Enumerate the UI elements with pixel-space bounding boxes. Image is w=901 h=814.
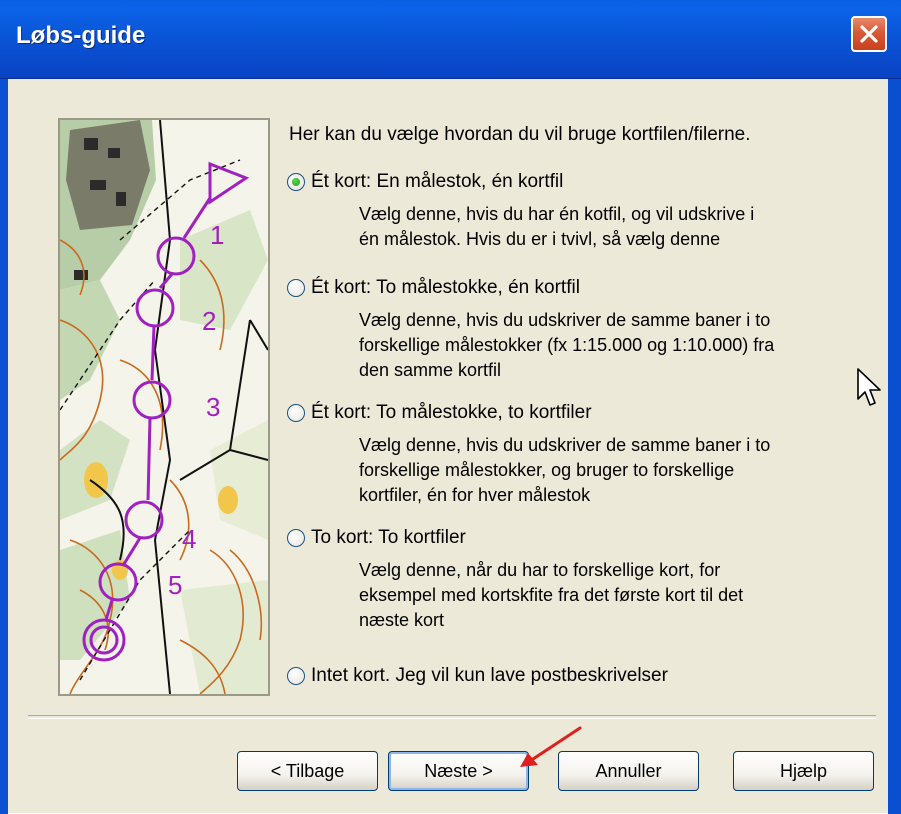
help-button[interactable]: Hjælp bbox=[733, 751, 874, 791]
option-one-map-two-scales-one-file[interactable]: Ét kort: To målestokke, én kortfil bbox=[287, 277, 580, 299]
dialog-window: Løbs-guide 1 2 3 4 5 Her kan du vælge hv… bbox=[0, 0, 901, 814]
option-description: Vælg denne, når du har to forskellige ko… bbox=[359, 558, 743, 633]
control-number-2: 2 bbox=[202, 306, 216, 336]
control-number-3: 3 bbox=[206, 392, 220, 422]
title-bar[interactable]: Løbs-guide bbox=[0, 0, 901, 79]
close-button[interactable] bbox=[851, 16, 887, 52]
option-description: Vælg denne, hvis du udskriver de samme b… bbox=[359, 433, 770, 508]
back-button[interactable]: < Tilbage bbox=[237, 751, 378, 791]
window-border-right bbox=[888, 79, 901, 814]
description-line: næste kort bbox=[359, 610, 445, 630]
option-label: Intet kort. Jeg vil kun lave postbeskriv… bbox=[311, 665, 668, 686]
option-one-map-one-scale-one-file[interactable]: Ét kort: En målestok, én kortfil bbox=[287, 171, 563, 193]
option-no-map-descriptions-only[interactable]: Intet kort. Jeg vil kun lave postbeskriv… bbox=[287, 665, 668, 687]
description-line: eksempel med kortskfite fra det første k… bbox=[359, 585, 744, 605]
radio-button-checked[interactable] bbox=[287, 173, 305, 191]
close-icon bbox=[860, 25, 878, 43]
option-description: Vælg denne, hvis du udskriver de samme b… bbox=[359, 308, 774, 383]
window-title: Løbs-guide bbox=[16, 22, 146, 49]
option-label: Ét kort: En målestok, én kortfil bbox=[311, 171, 564, 192]
option-description: Vælg denne, hvis du har én kotfil, og vi… bbox=[359, 202, 754, 252]
option-label: Ét kort: To målestokke, to kortfiler bbox=[311, 402, 592, 423]
radio-button[interactable] bbox=[287, 279, 305, 297]
next-button[interactable]: Næste > bbox=[388, 751, 529, 791]
control-number-1: 1 bbox=[210, 220, 224, 250]
window-border-left bbox=[0, 79, 8, 814]
description-line: kortfiler, én for hver målestok bbox=[359, 485, 591, 505]
red-annotation-arrow-icon bbox=[520, 726, 582, 767]
radio-button[interactable] bbox=[287, 404, 305, 422]
option-label: To kort: To kortfiler bbox=[311, 527, 466, 548]
description-line: den samme kortfil bbox=[359, 360, 502, 380]
radio-button[interactable] bbox=[287, 667, 305, 685]
description-line: én målestok. Hvis du er i tvivl, så vælg… bbox=[359, 229, 721, 249]
description-line: Vælg denne, hvis du har én kotfil, og vi… bbox=[359, 204, 755, 224]
button-separator bbox=[28, 715, 876, 719]
description-line: Vælg denne, hvis du udskriver de samme b… bbox=[359, 435, 771, 455]
description-line: Vælg denne, hvis du udskriver de samme b… bbox=[359, 310, 771, 330]
description-line: forskellige målestokker, og bruger to fo… bbox=[359, 460, 735, 480]
option-label: Ét kort: To målestokke, én kortfil bbox=[311, 277, 580, 298]
radio-button[interactable] bbox=[287, 529, 305, 547]
description-line: forskellige målestokker (fx 1:15.000 og … bbox=[359, 335, 775, 355]
mouse-cursor-icon bbox=[857, 368, 881, 406]
orienteering-map-image: 1 2 3 4 5 bbox=[58, 118, 270, 696]
control-number-5: 5 bbox=[168, 570, 182, 600]
control-number-4: 4 bbox=[182, 524, 196, 554]
option-two-maps-two-files[interactable]: To kort: To kortfiler bbox=[287, 527, 466, 549]
intro-text: Her kan du vælge hvordan du vil bruge ko… bbox=[289, 124, 751, 145]
option-one-map-two-scales-two-files[interactable]: Ét kort: To målestokke, to kortfiler bbox=[287, 402, 592, 424]
description-line: Vælg denne, når du har to forskellige ko… bbox=[359, 560, 721, 580]
